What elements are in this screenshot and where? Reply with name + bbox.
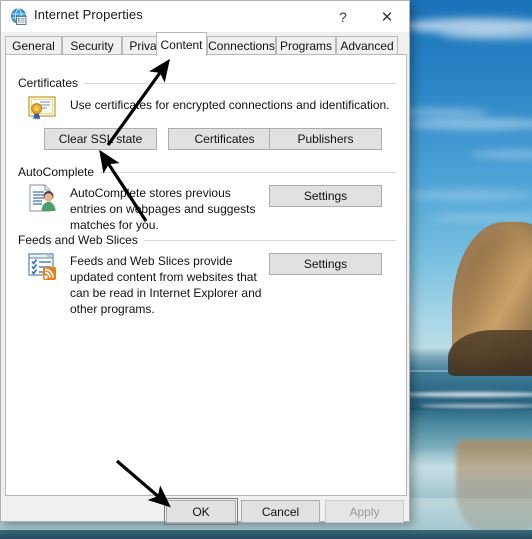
- wallpaper-bottom-edge: [0, 530, 532, 539]
- certificate-icon: [26, 94, 58, 124]
- autocomplete-group: AutoComplete AutoComplete stores previou…: [18, 165, 396, 233]
- wallpaper-foam: [420, 404, 532, 408]
- certificates-group: Certificates Use certificates for encryp…: [18, 76, 396, 160]
- internet-properties-dialog: Internet Properties ? ✕ General Security…: [0, 0, 411, 525]
- ok-button[interactable]: OK: [164, 498, 238, 525]
- help-button[interactable]: ?: [321, 1, 365, 32]
- wallpaper-cloud: [400, 108, 490, 117]
- wallpaper-foam: [404, 392, 532, 397]
- dialog-footer: OK Cancel Apply: [1, 496, 409, 525]
- tab-programs[interactable]: Programs: [276, 36, 336, 55]
- tab-advanced[interactable]: Advanced: [336, 36, 398, 55]
- certificates-description: Use certificates for encrypted connectio…: [70, 98, 390, 112]
- certificates-button[interactable]: Certificates: [168, 128, 281, 150]
- cancel-button[interactable]: Cancel: [241, 500, 320, 523]
- autocomplete-settings-button[interactable]: Settings: [269, 185, 382, 207]
- autocomplete-icon: [26, 183, 58, 213]
- feeds-settings-button[interactable]: Settings: [269, 253, 382, 275]
- feeds-icon: [26, 251, 58, 281]
- title-bar: Internet Properties ? ✕: [1, 1, 409, 32]
- tab-security[interactable]: Security: [62, 36, 122, 55]
- group-divider: [137, 240, 396, 241]
- autocomplete-group-title: AutoComplete: [18, 165, 101, 179]
- screen: Internet Properties ? ✕ General Security…: [0, 0, 532, 539]
- feeds-group: Feeds and Web Slices Feeds and Web Slice…: [18, 233, 396, 323]
- tab-strip: General Security Privacy Content Connect…: [1, 32, 411, 56]
- autocomplete-description: AutoComplete stores previous entries on …: [70, 186, 256, 232]
- tab-connections[interactable]: Connections: [207, 36, 276, 55]
- clear-ssl-state-button[interactable]: Clear SSL state: [44, 128, 157, 150]
- certificates-group-title: Certificates: [18, 76, 85, 90]
- tab-content[interactable]: Content: [156, 32, 207, 56]
- publishers-button[interactable]: Publishers: [269, 128, 382, 150]
- close-button[interactable]: ✕: [365, 1, 409, 32]
- feeds-group-title: Feeds and Web Slices: [18, 233, 144, 247]
- content-tab-panel: Certificates Use certificates for encryp…: [5, 54, 407, 496]
- wallpaper-rock-reflection: [456, 440, 532, 536]
- group-divider: [84, 83, 396, 84]
- feeds-description: Feeds and Web Slices provide updated con…: [70, 254, 262, 316]
- window-title: Internet Properties: [34, 7, 143, 22]
- wallpaper-cloud: [404, 190, 532, 200]
- internet-properties-icon: [10, 8, 28, 26]
- group-divider: [94, 172, 396, 173]
- apply-button: Apply: [325, 500, 404, 523]
- tab-general[interactable]: General: [5, 36, 62, 55]
